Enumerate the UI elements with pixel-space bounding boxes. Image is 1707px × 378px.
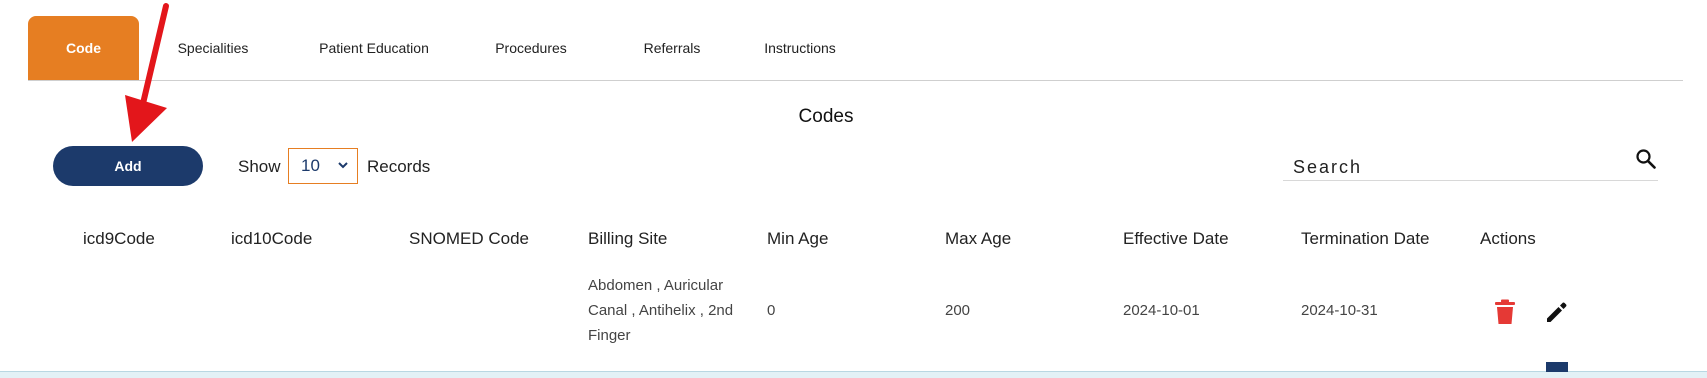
tab-patient-education[interactable]: Patient Education xyxy=(289,16,459,80)
records-per-page-value: 10 xyxy=(301,156,320,175)
column-header-snomed-code[interactable]: SNOMED Code xyxy=(409,229,529,249)
tab-procedures[interactable]: Procedures xyxy=(471,16,591,80)
cell-termination-date: 2024-10-31 xyxy=(1301,302,1378,319)
records-label: Records xyxy=(367,157,431,176)
records-per-page-select[interactable]: 10 xyxy=(288,148,358,184)
search-input[interactable] xyxy=(1291,156,1615,179)
cell-min-age: 0 xyxy=(767,302,776,319)
tab-referrals[interactable]: Referrals xyxy=(622,16,722,80)
column-header-max-age[interactable]: Max Age xyxy=(945,229,1011,249)
column-header-termination-date[interactable]: Termination Date xyxy=(1301,229,1430,249)
page-title: Codes xyxy=(798,106,854,127)
billing-site-line: Finger xyxy=(588,327,631,344)
billing-site-line: Abdomen , Auricular xyxy=(588,277,724,294)
tab-specialities[interactable]: Specialities xyxy=(153,16,273,80)
show-label: Show xyxy=(238,157,281,176)
pencil-icon[interactable] xyxy=(1544,299,1570,325)
chevron-down-icon xyxy=(338,162,348,169)
column-header-billing-site[interactable]: Billing Site xyxy=(588,229,667,249)
tab-code[interactable]: Code xyxy=(28,16,139,80)
pagination-current-page[interactable] xyxy=(1546,362,1568,372)
search-box xyxy=(1283,150,1658,181)
column-header-icd10code[interactable]: icd10Code xyxy=(231,229,312,249)
tab-instructions[interactable]: Instructions xyxy=(740,16,860,80)
cell-billing-site: Abdomen , Auricular Canal , Antihelix , … xyxy=(588,273,733,348)
column-header-actions: Actions xyxy=(1480,229,1536,248)
tab-bar: Code Specialities Patient Education Proc… xyxy=(28,16,1683,81)
cell-max-age: 200 xyxy=(945,302,971,319)
cell-effective-date: 2024-10-01 xyxy=(1123,302,1200,319)
add-button[interactable]: Add xyxy=(53,146,203,186)
search-icon[interactable] xyxy=(1634,147,1658,171)
column-header-icd9code[interactable]: icd9Code xyxy=(83,229,155,249)
column-header-min-age[interactable]: Min Age xyxy=(767,229,828,249)
column-header-effective-date[interactable]: Effective Date xyxy=(1123,229,1229,249)
trash-icon[interactable] xyxy=(1494,299,1516,325)
billing-site-line: Canal , Antihelix , 2nd xyxy=(588,302,734,319)
